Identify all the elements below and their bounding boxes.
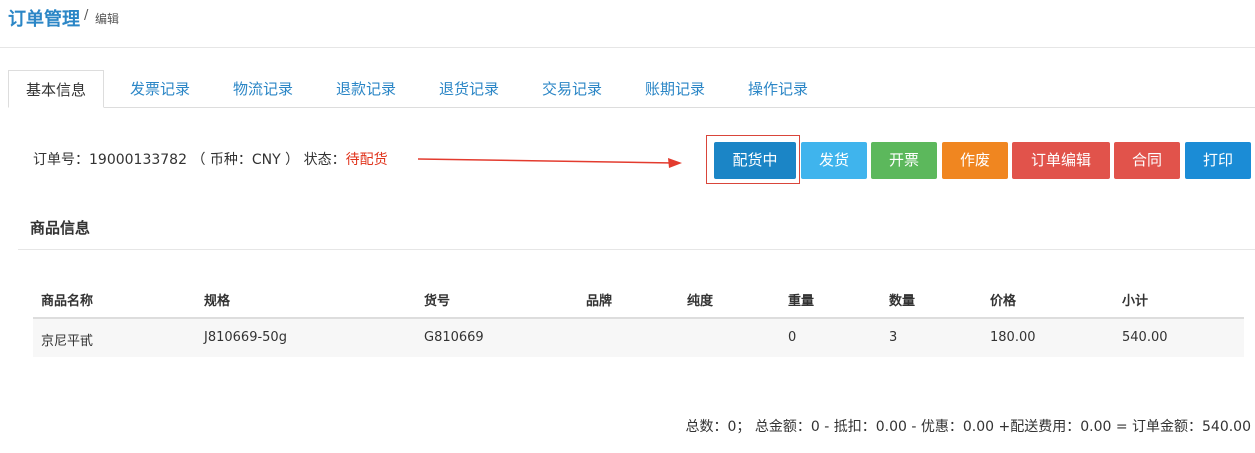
col-purity: 纯度 — [687, 294, 714, 309]
col-quantity: 数量 — [889, 294, 916, 309]
table-row: 京尼平甙 J810669-50g G810669 0 3 180.00 540.… — [33, 319, 1244, 357]
cell-product-name: 京尼平甙 — [41, 334, 94, 349]
section-divider — [18, 249, 1255, 250]
currency-info: （ 币种：CNY ） — [191, 152, 300, 168]
page-header: 订单管理 / 编辑 — [0, 0, 1255, 48]
order-no: 19000133782 — [89, 152, 187, 168]
order-info: 订单号：19000133782 （ 币种：CNY ） 状态：待配货 — [33, 149, 388, 169]
col-sku: 货号 — [424, 294, 451, 309]
tab-invoice-records[interactable]: 发票记录 — [114, 70, 206, 108]
tab-logistics-records[interactable]: 物流记录 — [217, 70, 309, 108]
page-title: 订单管理 — [8, 9, 80, 30]
order-summary: 总数：0； 总金额：0 - 抵扣：0.00 - 优惠：0.00 +配送费用：0.… — [685, 419, 1251, 435]
col-spec: 规格 — [204, 294, 231, 309]
col-product-name: 商品名称 — [41, 294, 94, 309]
table-header: 商品名称 规格 货号 品牌 纯度 重量 数量 价格 小计 — [33, 278, 1244, 319]
section-title: 商品信息 — [30, 219, 91, 237]
tab-credit-records[interactable]: 账期记录 — [629, 70, 721, 108]
tab-operation-records[interactable]: 操作记录 — [732, 70, 824, 108]
col-price: 价格 — [990, 294, 1017, 309]
cell-price: 180.00 — [990, 330, 1036, 345]
status-badge: 待配货 — [345, 152, 388, 168]
tab-return-records[interactable]: 退货记录 — [423, 70, 515, 108]
contract-button[interactable]: 合同 — [1114, 142, 1180, 179]
tab-basic-info[interactable]: 基本信息 — [8, 70, 104, 108]
tab-refund-records[interactable]: 退款记录 — [320, 70, 412, 108]
tab-transaction-records[interactable]: 交易记录 — [526, 70, 618, 108]
print-button[interactable]: 打印 — [1185, 142, 1251, 179]
cell-weight: 0 — [788, 330, 797, 345]
order-no-label: 订单号： — [33, 152, 89, 168]
cell-quantity: 3 — [889, 330, 898, 345]
cell-spec: J810669-50g — [204, 330, 287, 345]
ship-button[interactable]: 发货 — [801, 142, 867, 179]
col-subtotal: 小计 — [1122, 294, 1149, 309]
status-label: 状态： — [303, 152, 346, 168]
col-brand: 品牌 — [586, 294, 613, 309]
edit-order-button[interactable]: 订单编辑 — [1012, 142, 1110, 179]
allocating-button[interactable]: 配货中 — [714, 142, 796, 179]
void-button[interactable]: 作废 — [942, 142, 1008, 179]
invoice-button[interactable]: 开票 — [871, 142, 937, 179]
breadcrumb-separator: / — [84, 8, 89, 23]
col-weight: 重量 — [788, 294, 815, 309]
annotation-arrow-icon — [418, 158, 682, 168]
cell-subtotal: 540.00 — [1122, 330, 1168, 345]
cell-sku: G810669 — [424, 330, 484, 345]
breadcrumb-current: 编辑 — [95, 12, 120, 26]
